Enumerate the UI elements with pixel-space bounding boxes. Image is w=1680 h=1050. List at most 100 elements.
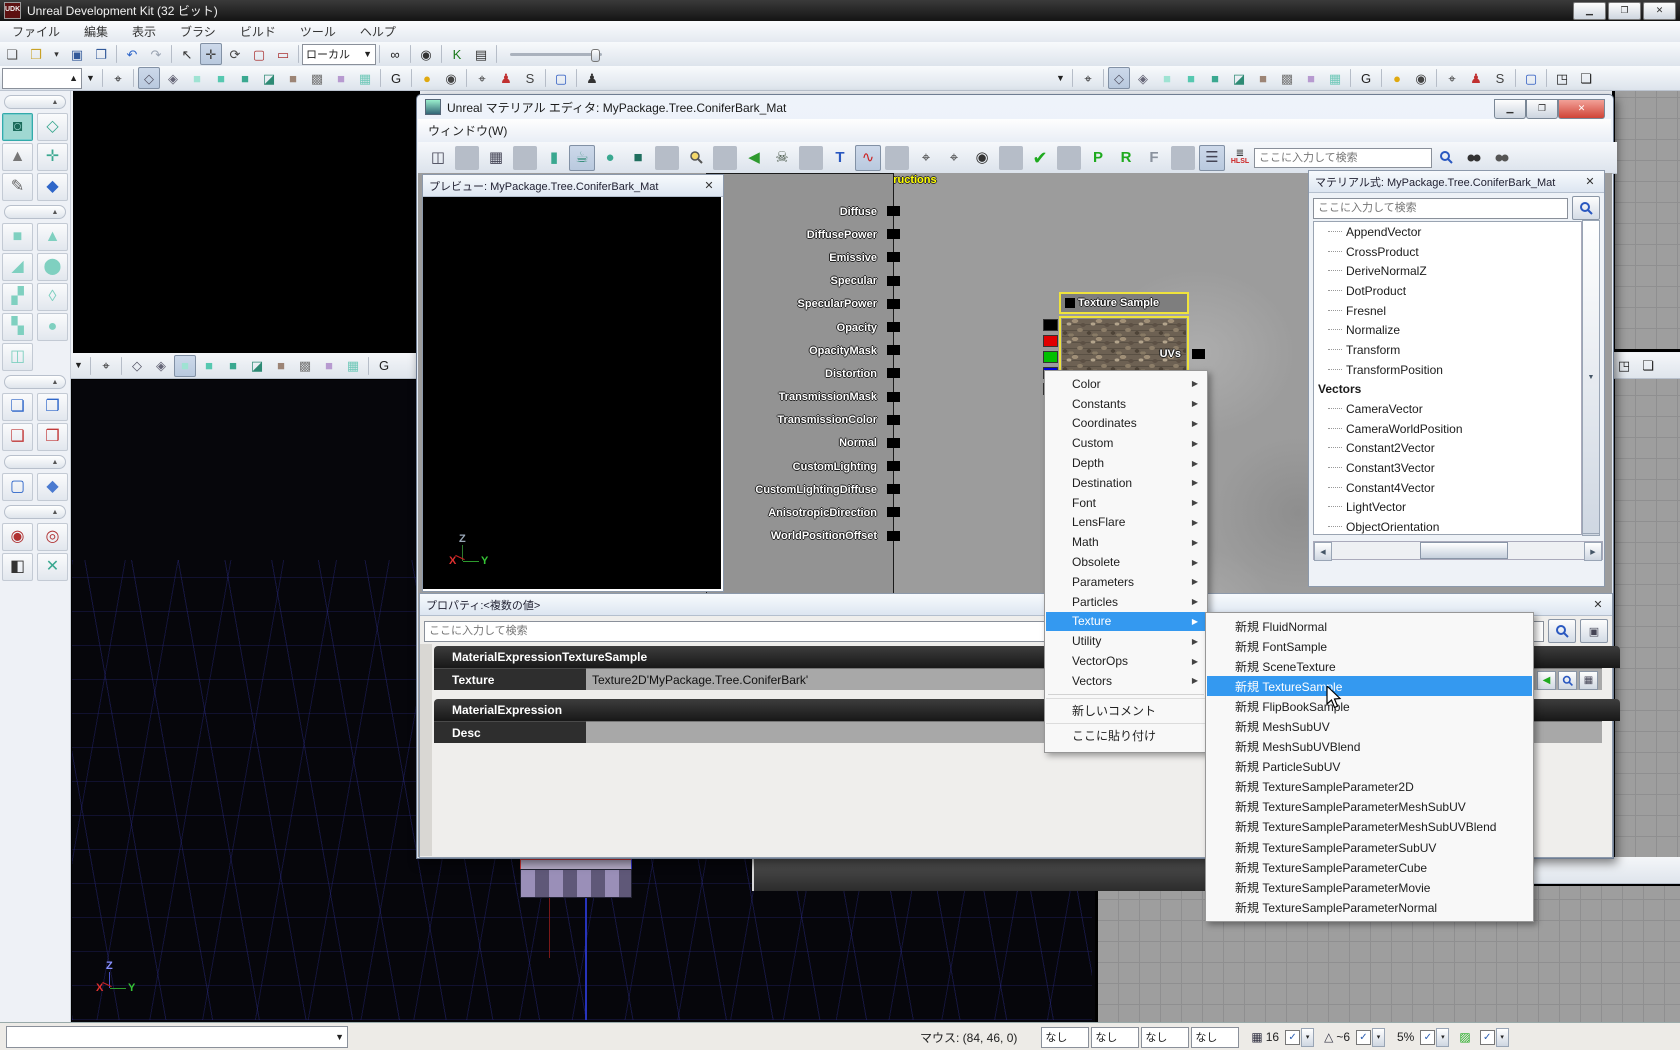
viewport-options-icon[interactable]: ▼ bbox=[1053, 67, 1068, 89]
csg-add-icon[interactable]: ❏ bbox=[2, 393, 33, 421]
find-in-browser-icon[interactable] bbox=[1558, 671, 1577, 690]
select-tool-icon[interactable]: ↖ bbox=[176, 43, 198, 65]
green-output-pin[interactable] bbox=[1043, 351, 1058, 363]
viewport-toolbar-icon[interactable] bbox=[576, 69, 577, 87]
material-input-pin[interactable]: Normal bbox=[707, 432, 893, 455]
unlit-mode-icon[interactable]: ■ bbox=[174, 355, 196, 377]
material-input-pin[interactable]: TransmissionMask bbox=[707, 386, 893, 409]
material-input-pin[interactable]: CustomLighting bbox=[707, 455, 893, 478]
rotate-tool-icon[interactable]: ⟳ bbox=[224, 43, 246, 65]
float-viewport-icon[interactable]: ❏ bbox=[1575, 67, 1597, 89]
submenu-item[interactable]: 新規 MeshSubUV bbox=[1207, 716, 1532, 736]
shader-complexity-icon[interactable]: ▩ bbox=[1276, 67, 1298, 89]
submenu-item[interactable]: 新規 TextureSampleParameterNormal bbox=[1207, 897, 1532, 917]
binoculars-search-icon[interactable]: ∞ bbox=[384, 43, 406, 65]
shadow-complexity-icon[interactable]: ■ bbox=[270, 355, 292, 377]
submenu-item[interactable]: 新規 TextureSampleParameter2D bbox=[1207, 777, 1532, 797]
viewport-toolbar-icon[interactable] bbox=[1546, 69, 1547, 87]
submenu-item[interactable]: 新規 TextureSample bbox=[1207, 676, 1532, 696]
expression-item[interactable]: Constant4Vector bbox=[1314, 478, 1584, 498]
lighting-only-icon[interactable]: ◪ bbox=[246, 355, 268, 377]
menu-edit[interactable]: 編集 bbox=[72, 23, 120, 40]
properties-search-button[interactable] bbox=[1548, 619, 1576, 643]
material-input-pin[interactable]: OpacityMask bbox=[707, 339, 893, 362]
wireframe-mode-icon[interactable]: ◇ bbox=[126, 355, 148, 377]
pin-connector[interactable] bbox=[887, 484, 900, 494]
lighting-only-icon[interactable]: ◪ bbox=[1228, 67, 1250, 89]
mode-icon[interactable] bbox=[4, 375, 66, 389]
editor-minimize-button[interactable]: ▁ bbox=[1494, 99, 1526, 119]
expressions-search-button[interactable] bbox=[1572, 196, 1600, 220]
restore-viewport-icon[interactable]: ◳ bbox=[1613, 355, 1635, 377]
preview-cylinder-icon[interactable]: ▮ bbox=[541, 145, 567, 171]
scale-tool-icon[interactable]: ▢ bbox=[248, 43, 270, 65]
context-menu-item[interactable]: Coordinates▶ bbox=[1046, 414, 1206, 434]
clear-value-icon[interactable]: ▦ bbox=[1579, 671, 1598, 690]
submenu-item[interactable]: 新規 ParticleSubUV bbox=[1207, 757, 1532, 777]
toggle-grid-icon[interactable]: ▦ bbox=[483, 145, 509, 171]
expression-item[interactable]: CameraWorldPosition bbox=[1314, 419, 1584, 439]
pan-tool-icon[interactable]: ⌖ bbox=[913, 145, 939, 171]
toggle-stats-icon[interactable]: ☰ bbox=[1199, 145, 1225, 171]
toolbar-icon[interactable] bbox=[379, 45, 380, 63]
scroll-right-icon[interactable]: ▶ bbox=[1584, 542, 1602, 561]
submenu-item[interactable]: 新規 MeshSubUVBlend bbox=[1207, 737, 1532, 757]
context-menu-action[interactable]: 新しいコメント bbox=[1046, 698, 1206, 723]
translate-tool-icon[interactable]: ✛ bbox=[200, 43, 222, 65]
minimize-button[interactable]: ▁ bbox=[1573, 2, 1606, 20]
expression-item[interactable]: DeriveNormalZ bbox=[1314, 261, 1584, 281]
geometry-mode-icon[interactable]: ◇ bbox=[37, 113, 68, 141]
pin-connector[interactable] bbox=[887, 368, 900, 378]
resize-viewport-icon[interactable]: ▢ bbox=[550, 67, 572, 89]
brush-wireframe-icon[interactable]: ◈ bbox=[162, 67, 184, 89]
terrain-mode-icon[interactable]: ▲ bbox=[2, 143, 33, 171]
viewport-toolbar-icon[interactable] bbox=[102, 69, 103, 87]
context-menu-action[interactable]: ここに貼り付け bbox=[1046, 723, 1206, 748]
csg-intersect-icon[interactable]: ❑ bbox=[2, 423, 33, 451]
blue-builder-cube-icon[interactable]: ◆ bbox=[37, 473, 68, 501]
context-menu-item[interactable]: Utility▶ bbox=[1046, 631, 1206, 651]
float-viewport-icon[interactable]: ❏ bbox=[1637, 355, 1659, 377]
matinee-icon[interactable]: ▤ bbox=[470, 43, 492, 65]
mode-icon[interactable] bbox=[4, 95, 66, 109]
expression-item[interactable]: TransformPosition bbox=[1314, 360, 1584, 380]
editor-menu-window[interactable]: ウィンドウ(W) bbox=[418, 122, 517, 139]
pin-connector[interactable] bbox=[887, 438, 900, 448]
material-input-pin[interactable]: Opacity bbox=[707, 316, 893, 339]
preview-pane-header[interactable]: プレビュー: MyPackage.Tree.ConiferBark_Mat ✕ bbox=[423, 175, 723, 197]
context-menu-item[interactable]: Parameters▶ bbox=[1046, 572, 1206, 592]
sheet-brush-icon[interactable]: ◊ bbox=[37, 283, 68, 311]
red-output-pin[interactable] bbox=[1043, 335, 1058, 347]
wireframe-mode-icon[interactable]: ◇ bbox=[1108, 67, 1130, 89]
expression-item[interactable]: DotProduct bbox=[1314, 281, 1584, 301]
submenu-item[interactable]: 新規 FontSample bbox=[1207, 636, 1532, 656]
sphere-brush-icon[interactable]: ● bbox=[37, 313, 68, 341]
menu-build[interactable]: ビルド bbox=[228, 23, 288, 40]
restore-viewport-icon[interactable]: ◳ bbox=[1551, 67, 1573, 89]
angle-snap-checkbox[interactable]: ✓ bbox=[1356, 1030, 1371, 1045]
wireframe-mode-icon[interactable]: ◇ bbox=[138, 67, 160, 89]
undo-icon[interactable]: ↶ bbox=[121, 43, 143, 65]
expression-item[interactable]: LightVector bbox=[1314, 498, 1584, 518]
content-browser-icon[interactable]: ◉ bbox=[415, 43, 437, 65]
uvs-input-pin[interactable] bbox=[1192, 349, 1205, 359]
close-icon[interactable]: ✕ bbox=[701, 179, 717, 192]
viewport-ortho-mid-right[interactable] bbox=[1612, 378, 1680, 857]
toggle-curves-icon[interactable]: ∿ bbox=[855, 145, 881, 171]
submenu-item[interactable]: 新規 TextureSampleParameterSubUV bbox=[1207, 837, 1532, 857]
connector-pin-icon[interactable]: T bbox=[827, 145, 853, 171]
viewport-toolbar-icon[interactable] bbox=[411, 69, 412, 87]
viewport-options-icon[interactable]: ▼ bbox=[83, 67, 98, 89]
show-flags-icon[interactable]: ◉ bbox=[1410, 67, 1432, 89]
texture-sample-header[interactable]: Texture Sample bbox=[1059, 292, 1189, 314]
autosave-checkbox[interactable]: ✓ bbox=[1480, 1030, 1495, 1045]
status-command-combo[interactable]: ▼ bbox=[6, 1026, 348, 1048]
editor-restore-button[interactable]: ❐ bbox=[1526, 99, 1558, 119]
playtest-viewport-icon[interactable]: ⌖ bbox=[1441, 67, 1463, 89]
invert-selection-icon[interactable]: ◧ bbox=[2, 553, 33, 581]
viewport-toolbar-icon[interactable] bbox=[1436, 69, 1437, 87]
expressions-hscrollbar[interactable]: ◀ ▶ bbox=[1313, 541, 1603, 560]
angle-snap-dropdown[interactable]: ▾ bbox=[1372, 1028, 1385, 1047]
refresh-nodes-icon[interactable]: ◉ bbox=[969, 145, 995, 171]
unlit-mode-icon[interactable]: ■ bbox=[1156, 67, 1178, 89]
